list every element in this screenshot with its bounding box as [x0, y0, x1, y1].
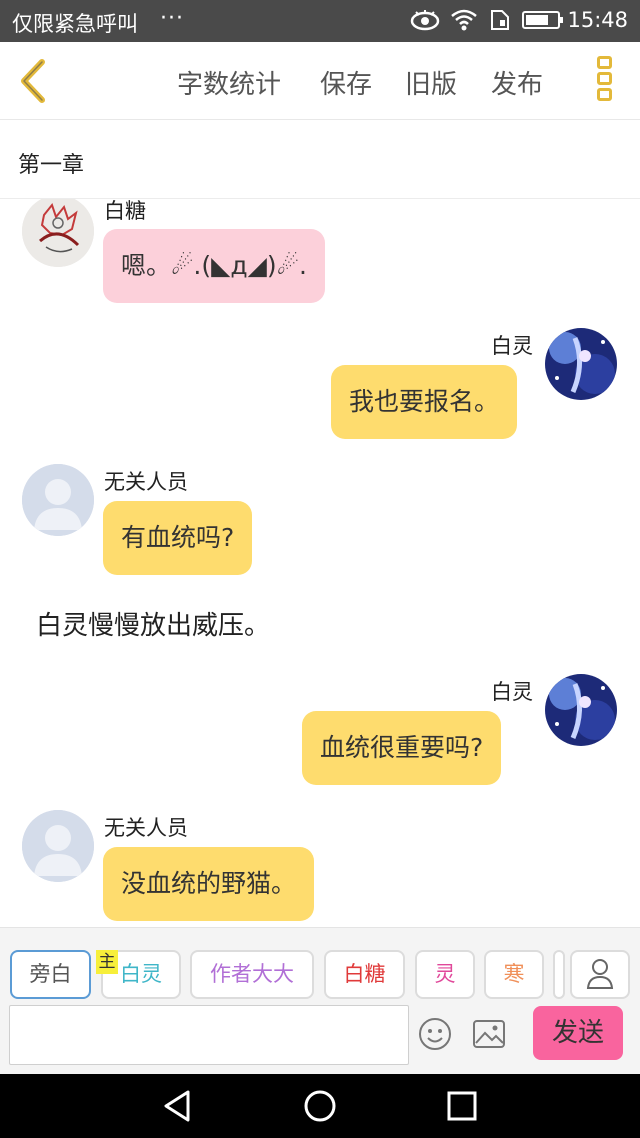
back-arrow-icon[interactable]	[14, 56, 54, 106]
chat-list[interactable]: 白糖 嗯。☄.(◣д◢)☄. 白灵 我也要报名。 无关人员 有血统吗? 白灵慢慢…	[0, 199, 640, 927]
avatar-default[interactable]	[22, 810, 94, 882]
top-toolbar: 字数统计 保存 旧版 发布	[0, 42, 640, 120]
save-button[interactable]: 保存	[320, 64, 372, 101]
role-chip-baitang[interactable]: 白糖	[324, 950, 405, 999]
notification-more-icon: ···	[160, 6, 184, 31]
clock: 15:48	[567, 8, 628, 32]
role-chip-han[interactable]: 寒	[484, 950, 544, 999]
back-triangle-icon[interactable]	[160, 1088, 196, 1124]
image-icon[interactable]	[472, 1019, 506, 1049]
person-icon	[586, 959, 614, 989]
role-chip-partial[interactable]	[553, 950, 565, 999]
role-chip-author[interactable]: 作者大大	[190, 950, 314, 999]
main-role-badge: 主	[96, 950, 118, 974]
message-bubble[interactable]: 没血统的野猫。	[103, 847, 315, 921]
system-nav-bar	[0, 1074, 640, 1138]
role-manage-button[interactable]	[570, 950, 630, 999]
carrier-text: 仅限紧急呼叫	[12, 12, 138, 36]
default-user-icon	[22, 464, 94, 536]
sender-name: 无关人员	[104, 816, 188, 840]
send-button[interactable]: 发送	[533, 1006, 623, 1060]
recents-square-icon[interactable]	[444, 1088, 480, 1124]
sender-name: 白灵	[491, 680, 533, 704]
avatar-bailing-image	[545, 674, 617, 746]
avatar-bailing[interactable]	[545, 674, 617, 746]
composer-panel: 旁白 白灵 主 作者大大 白糖 灵 寒 发送	[0, 927, 640, 1074]
chapter-title: 第一章	[18, 153, 85, 178]
role-chip-ling[interactable]: 灵	[415, 950, 475, 999]
battery-icon	[522, 11, 563, 29]
avatar-baitang[interactable]	[22, 199, 94, 267]
chapter-header[interactable]: 第一章	[0, 121, 640, 199]
avatar-bailing-image	[545, 328, 617, 400]
publish-button[interactable]: 发布	[491, 64, 543, 101]
sender-name: 白灵	[491, 334, 533, 358]
app-screen: 仅限紧急呼叫 ··· 15:48 字数统计 保存 旧版 发布 第一章 白糖 嗯。…	[0, 0, 640, 1138]
eye-comfort-icon	[410, 10, 440, 31]
message-bubble[interactable]: 有血统吗?	[103, 501, 253, 575]
sender-name: 白糖	[104, 199, 146, 223]
old-version-button[interactable]: 旧版	[405, 64, 457, 101]
avatar-bailing[interactable]	[545, 328, 617, 400]
message-bubble[interactable]: 血统很重要吗?	[302, 711, 502, 785]
sender-name: 无关人员	[104, 470, 188, 494]
role-chip-narrator[interactable]: 旁白	[10, 950, 91, 999]
message-bubble[interactable]: 嗯。☄.(◣д◢)☄.	[103, 229, 325, 303]
more-menu-icon[interactable]	[594, 56, 614, 108]
word-count-button[interactable]: 字数统计	[177, 64, 281, 101]
message-bubble[interactable]: 我也要报名。	[331, 365, 518, 439]
message-input[interactable]	[9, 1005, 409, 1065]
status-bar: 仅限紧急呼叫 ··· 15:48	[0, 0, 640, 42]
narration-text[interactable]: 白灵慢慢放出威压。	[36, 605, 270, 642]
avatar-default[interactable]	[22, 464, 94, 536]
home-circle-icon[interactable]	[302, 1088, 338, 1124]
avatar-baitang-image	[22, 199, 94, 267]
wifi-icon	[451, 9, 477, 31]
emoji-icon[interactable]	[418, 1017, 452, 1051]
default-user-icon	[22, 810, 94, 882]
sim-card-icon	[491, 10, 509, 30]
